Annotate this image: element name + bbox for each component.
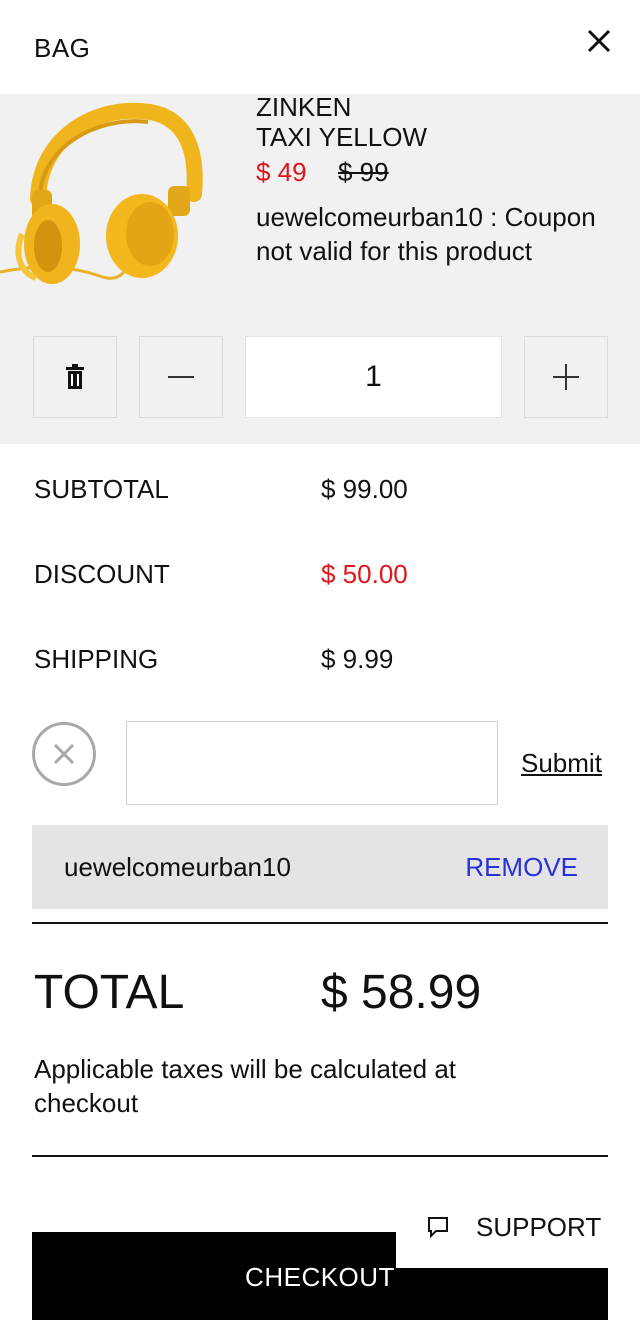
checkout-label: CHECKOUT [245, 1262, 395, 1292]
total-label: TOTAL [34, 966, 185, 1019]
quantity-field[interactable]: 1 [245, 336, 502, 418]
trash-icon [66, 364, 84, 389]
total-value: $ 58.99 [321, 966, 482, 1019]
remove-coupon-button[interactable]: REMOVE [465, 852, 578, 883]
sale-price: $ 49 [256, 157, 307, 187]
divider [32, 1155, 608, 1157]
product-name-line2[interactable]: TAXI YELLOW [256, 122, 427, 153]
cart-item: ZINKEN TAXI YELLOW $ 49 $ 99 uewelcomeur… [0, 92, 640, 444]
tax-note: Applicable taxes will be calculated at c… [34, 1054, 457, 1118]
close-circle-icon [53, 743, 75, 765]
product-name-line1[interactable]: ZINKEN [256, 92, 351, 123]
coupon-input[interactable] [126, 721, 498, 805]
shipping-label: SHIPPING [34, 644, 159, 674]
decrease-quantity-button[interactable] [139, 336, 223, 418]
bag-title: BAG [34, 33, 91, 63]
increase-quantity-button[interactable] [524, 336, 608, 418]
delete-item-button[interactable] [33, 336, 117, 418]
shipping-value: $ 9.99 [321, 644, 394, 674]
coupon-error-message: uewelcomeurban10 : Coupon not valid for … [256, 202, 596, 266]
subtotal-value: $ 99.00 [321, 474, 408, 504]
original-price: $ 99 [338, 157, 389, 187]
subtotal-label: SUBTOTAL [34, 474, 169, 504]
close-icon[interactable] [584, 26, 614, 56]
plus-icon [553, 364, 579, 390]
bag-header: BAG [0, 0, 640, 94]
divider [32, 922, 608, 924]
quantity-value: 1 [365, 360, 382, 393]
applied-coupon: uewelcomeurban10 REMOVE [32, 825, 608, 909]
submit-coupon-link[interactable]: Submit [521, 748, 602, 779]
clear-coupon-button[interactable] [32, 722, 96, 786]
minus-icon [168, 376, 194, 378]
checkout-button[interactable]: CHECKOUT [32, 1232, 608, 1320]
discount-label: DISCOUNT [34, 559, 170, 589]
applied-coupon-code: uewelcomeurban10 [64, 852, 291, 882]
discount-value: $ 50.00 [321, 559, 408, 589]
